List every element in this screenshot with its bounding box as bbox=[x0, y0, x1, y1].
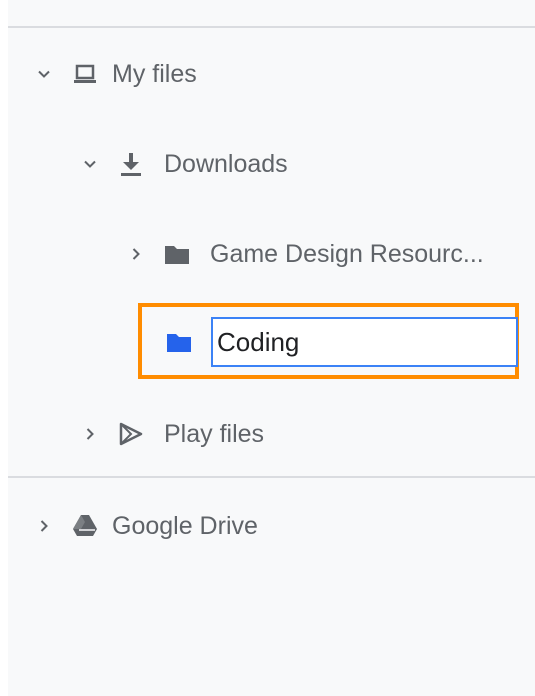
tree-item-play-files[interactable]: Play files bbox=[8, 404, 535, 464]
tree-item-downloads[interactable]: Downloads bbox=[8, 134, 535, 194]
folder-icon bbox=[166, 329, 192, 355]
laptop-icon bbox=[72, 61, 98, 87]
tree-item-label: Downloads bbox=[164, 149, 288, 178]
google-drive-icon bbox=[72, 513, 98, 539]
tree-item-label: Game Design Resourc... bbox=[210, 239, 484, 268]
folder-icon bbox=[164, 241, 190, 267]
chevron-right-icon[interactable] bbox=[34, 516, 54, 536]
tree-item-game-design-resources[interactable]: Game Design Resourc... bbox=[8, 224, 535, 284]
tree-item-google-drive[interactable]: Google Drive bbox=[8, 496, 535, 556]
tree-item-label: My files bbox=[112, 59, 197, 88]
chevron-right-icon[interactable] bbox=[80, 424, 100, 444]
tree-item-label: Google Drive bbox=[112, 511, 258, 540]
rename-input[interactable] bbox=[211, 317, 518, 367]
tree-item-my-files[interactable]: My files bbox=[8, 44, 535, 104]
download-icon bbox=[118, 151, 144, 177]
chevron-down-icon[interactable] bbox=[80, 154, 100, 174]
top-divider bbox=[8, 26, 535, 28]
chevron-down-icon[interactable] bbox=[34, 64, 54, 84]
play-store-icon bbox=[118, 421, 144, 447]
section-divider bbox=[8, 476, 535, 478]
tree-item-label: Play files bbox=[164, 419, 265, 448]
chevron-right-icon[interactable] bbox=[126, 244, 146, 264]
